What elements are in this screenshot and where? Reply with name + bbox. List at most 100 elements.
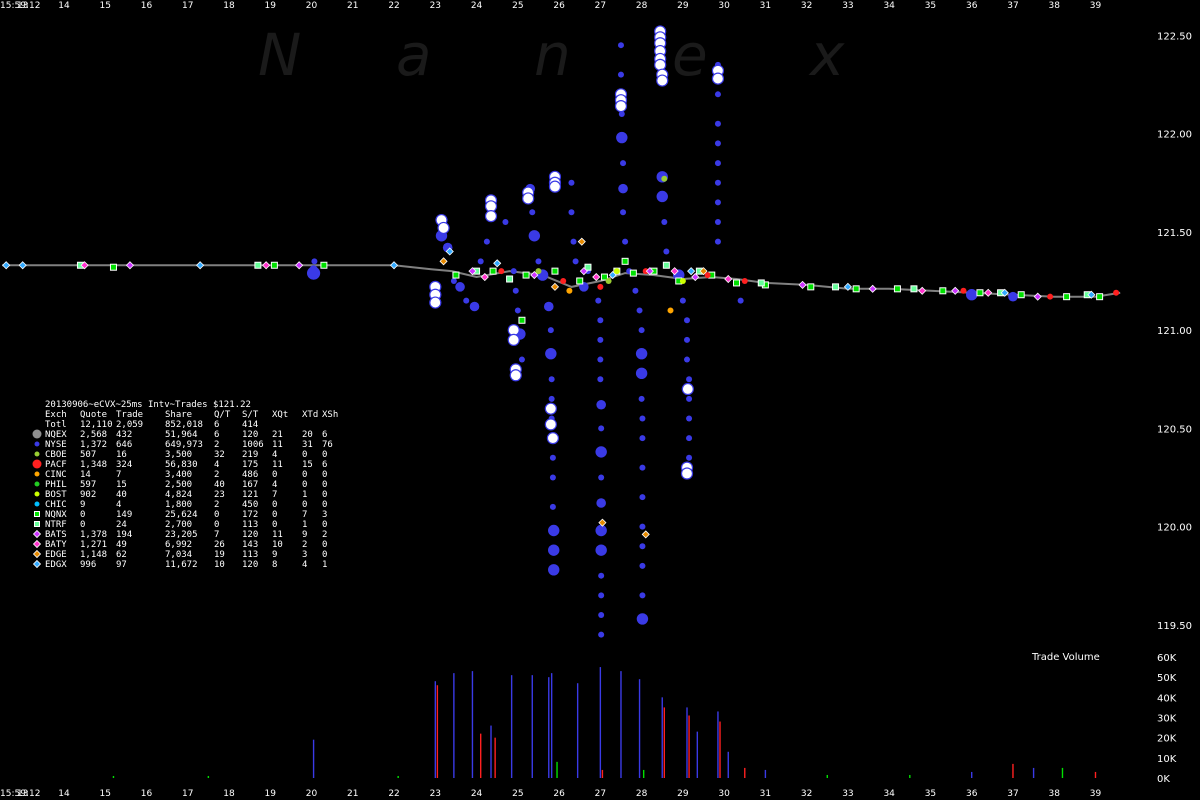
trade-point — [639, 543, 646, 550]
trade-point — [639, 562, 646, 569]
stats-row-cell: 6 — [214, 430, 219, 440]
price-tick: 119.50 — [1157, 621, 1192, 632]
trade-point — [551, 267, 559, 275]
stats-row-cell: 1,271 — [80, 540, 107, 550]
trade-point — [654, 58, 667, 71]
volume-tick: 60K — [1157, 653, 1177, 664]
trade-point — [597, 317, 604, 324]
trade-point — [1047, 293, 1054, 300]
trade-point — [960, 287, 967, 294]
x-tick-bottom: 15 — [99, 789, 110, 799]
volume-bar — [696, 731, 699, 778]
stats-row-cell: 0 — [272, 510, 277, 520]
volume-bar — [686, 707, 688, 778]
x-tick-bottom: 39 — [1090, 789, 1102, 799]
volume-bar — [638, 679, 641, 778]
trade-point — [597, 336, 604, 343]
trade-point — [311, 258, 318, 265]
stats-legend-marker — [32, 429, 42, 439]
stats-row-cell: 0 — [214, 510, 219, 520]
series-nyse — [306, 42, 1018, 638]
watermark-letter: n — [534, 21, 571, 89]
trade-point — [595, 446, 607, 458]
trade-point — [535, 258, 542, 265]
x-tick-bottom: 26 — [553, 789, 565, 799]
trade-point — [798, 280, 807, 289]
trade-point — [450, 277, 457, 284]
stats-row-cell: 40 — [116, 490, 127, 500]
trade-point — [613, 268, 620, 275]
trade-point — [509, 369, 522, 382]
trade-point — [262, 261, 271, 270]
x-tick-top: 15 — [99, 1, 110, 11]
volume-panel: Trade Volume 60K 50K 40K 30K 20K 10K 0K — [112, 652, 1177, 785]
watermark-letter: x — [808, 21, 845, 89]
series-edge — [439, 237, 708, 539]
stats-row-cell: 0 — [322, 470, 327, 480]
trade-point — [852, 285, 860, 293]
x-tick-top: 35 — [925, 1, 936, 11]
volume-bar — [397, 775, 399, 778]
stats-row-cell: 597 — [80, 480, 96, 490]
stats-row-cell: 0 — [322, 450, 327, 460]
volume-tick: 10K — [1157, 754, 1177, 765]
nanex-watermark: Na n e x — [258, 21, 845, 89]
volume-bar — [661, 697, 663, 778]
trade-point — [629, 269, 637, 277]
trade-point — [576, 277, 584, 285]
volume-bar — [1032, 767, 1035, 778]
trade-point — [545, 347, 557, 360]
stats-row-cell: 15 — [302, 460, 313, 470]
stats-row-cell: 11 — [272, 530, 283, 540]
trade-point — [597, 376, 604, 383]
stats-row-cell: 0 — [80, 520, 85, 530]
stats-row-cell: PACF — [45, 460, 67, 470]
trade-point — [951, 286, 960, 295]
trade-point — [518, 316, 526, 324]
trade-point — [518, 356, 525, 363]
x-tick-bottom: 21 — [347, 789, 358, 799]
volume-bar — [550, 673, 553, 778]
stats-header-cell: Share — [165, 410, 192, 420]
volume-bar — [826, 774, 828, 778]
stats-row-cell: 902 — [80, 490, 96, 500]
stats-row-cell: 0 — [322, 550, 327, 560]
trade-point — [714, 179, 721, 186]
stats-row-cell: 175 — [242, 460, 258, 470]
x-tick-bottom: 22 — [388, 789, 399, 799]
trade-point — [483, 238, 490, 245]
trade-point — [320, 261, 328, 269]
stats-row-cell: 3 — [302, 550, 307, 560]
trade-point — [679, 297, 686, 304]
stats-header-cell: XQt — [272, 410, 288, 420]
stats-header-cell: XSh — [322, 410, 338, 420]
trade-point — [661, 175, 668, 182]
trade-point — [429, 296, 442, 309]
trade-point — [832, 283, 840, 291]
stats-row-cell: 7 — [116, 470, 121, 480]
stats-row-cell: 113 — [242, 550, 258, 560]
trade-point — [667, 307, 674, 314]
trade-point — [1008, 291, 1018, 302]
trade-point — [737, 297, 744, 304]
trade-point — [714, 120, 721, 127]
stats-row-cell: 26 — [214, 540, 225, 550]
stats-row-cell: 6 — [322, 430, 327, 440]
stats-row-cell: 324 — [116, 460, 132, 470]
trade-point — [452, 271, 460, 279]
x-tick-top: 32 — [801, 1, 812, 11]
trade-point — [577, 237, 586, 246]
trade-point — [684, 336, 690, 343]
trade-point — [598, 474, 605, 481]
trade-point — [463, 297, 470, 304]
stats-row-cell: 121 — [242, 490, 258, 500]
volume-tick: 40K — [1157, 693, 1177, 704]
trade-point — [741, 277, 748, 284]
stats-row-cell: PHIL — [45, 480, 67, 490]
stats-row-cell: 1006 — [242, 440, 264, 450]
stats-row-cell: 23 — [214, 490, 225, 500]
price-tick: 120.50 — [1157, 424, 1192, 435]
trade-point — [549, 454, 556, 461]
stats-row-cell: 2,500 — [165, 480, 192, 490]
stats-row-cell: 646 — [116, 440, 132, 450]
